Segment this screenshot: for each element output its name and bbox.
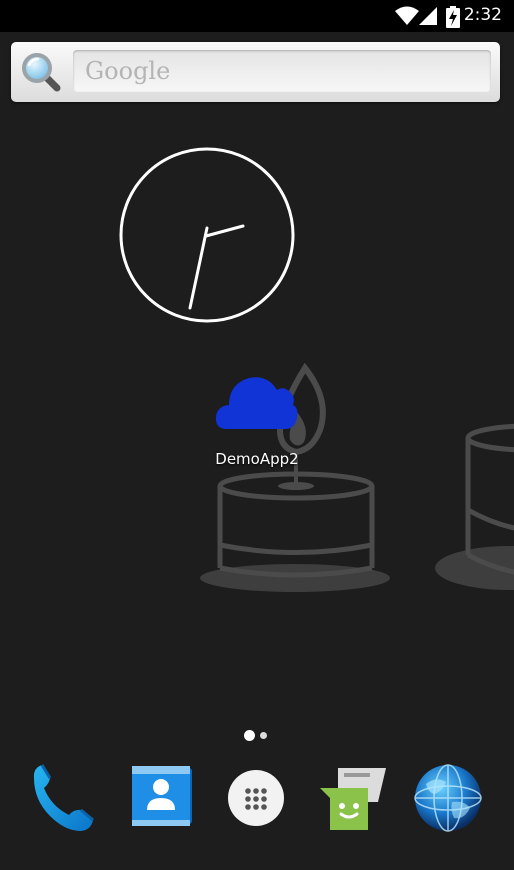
google-search-widget[interactable]: Google	[11, 42, 500, 102]
globe-icon[interactable]	[412, 762, 484, 834]
cell-signal-icon	[419, 7, 437, 25]
app-drawer-icon[interactable]	[220, 762, 292, 834]
wifi-icon	[395, 6, 419, 25]
cloud-icon	[215, 377, 298, 429]
search-icon[interactable]	[20, 51, 62, 93]
page-indicator	[243, 730, 273, 742]
dock	[0, 752, 514, 870]
clock-minute-hand	[188, 226, 209, 310]
analog-clock-widget[interactable]	[117, 146, 297, 326]
messaging-icon[interactable]	[316, 762, 388, 834]
page-dot-current	[244, 730, 255, 741]
phone-icon[interactable]	[25, 762, 97, 834]
status-time: 2:32	[463, 5, 502, 25]
clock-hour-hand	[204, 224, 245, 238]
battery-charging-icon	[446, 6, 460, 28]
page-dot	[260, 732, 267, 739]
home-screen: 2:32 Google DemoApp2	[0, 0, 514, 870]
search-input[interactable]: Google	[73, 50, 491, 92]
status-bar: 2:32	[0, 0, 514, 32]
app-shortcut-demoapp2[interactable]: DemoApp2	[205, 370, 309, 472]
contacts-icon[interactable]	[125, 762, 197, 834]
app-label: DemoApp2	[215, 450, 299, 468]
